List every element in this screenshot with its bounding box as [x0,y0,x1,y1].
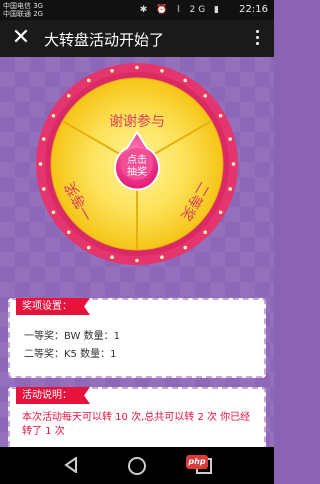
wheel-label-thanks: 谢谢参与 [109,113,165,130]
rim-light-dot [160,68,164,73]
rim-light-dot [135,65,139,70]
rim-light-dot [110,255,114,260]
prize-wheel[interactable]: 谢谢参与 一等奖 二等奖 点击 抽奖 [35,62,239,266]
rim-light-dot [110,68,114,73]
rim-light-dot [41,137,46,141]
title-bar: ✕ 大转盘活动开始了 [0,20,274,57]
prize-line-2: 二等奖：K5 数量：1 [24,349,117,360]
activity-description-panel: 活动说明： 本次活动每天可以转 10 次,总共可以转 2 次 你已经转了 1 次 [8,387,266,447]
more-options-icon[interactable] [250,30,264,48]
page-title: 大转盘活动开始了 [44,31,165,49]
rim-light-dot [228,137,233,141]
carrier-label-1: 中国电信 3G [3,2,44,10]
carrier-label-2: 中国联通 2G [3,10,44,18]
rim-light-dot [160,255,164,260]
rim-light-dot [86,78,91,83]
activity-heading: 活动说明： [16,387,90,404]
rim-light-dot [183,245,188,250]
rim-light-dot [203,230,208,235]
rim-light-dot [218,113,223,118]
close-button[interactable]: ✕ [9,26,33,50]
rim-light-dot [203,93,208,98]
rim-light-dot [41,187,46,191]
rim-light-dot [66,93,71,98]
rim-light-dot [183,78,188,83]
back-icon[interactable] [64,457,78,473]
navigation-bar [0,447,274,484]
php-watermark-logo: php [186,455,208,469]
status-bar: 中国电信 3G 中国联通 2G ✱ ⏰ ⌇ 2G ▮ 22:16 [0,0,274,20]
activity-text: 本次活动每天可以转 10 次,总共可以转 2 次 你已经转了 1 次 [22,412,251,437]
spin-button-label-2: 抽奖 [127,165,147,178]
rim-light-dot [228,187,233,191]
status-icons: ✱ ⏰ ⌇ 2G ▮ [139,5,222,15]
home-icon[interactable] [128,457,146,475]
prize-line-1: 一等奖：BW 数量：1 [24,331,120,342]
prize-settings-heading: 奖项设置： [16,298,90,315]
rim-light-dot [66,230,71,235]
rim-light-dot [51,113,56,118]
rim-light-dot [51,210,56,215]
rim-light-dot [38,162,43,166]
prize-settings-panel: 奖项设置： 一等奖：BW 数量：1 二等奖：K5 数量：1 [8,298,266,378]
rim-light-dot [231,162,236,166]
main-content: 谢谢参与 一等奖 二等奖 点击 抽奖 奖项设置： 一等奖：BW 数量：1 二等奖… [0,57,274,447]
rim-light-dot [218,210,223,215]
status-time: 22:16 [239,4,268,15]
rim-light-dot [135,258,139,263]
spin-button-label-1: 点击 [127,154,147,166]
rim-light-dot [86,245,91,250]
